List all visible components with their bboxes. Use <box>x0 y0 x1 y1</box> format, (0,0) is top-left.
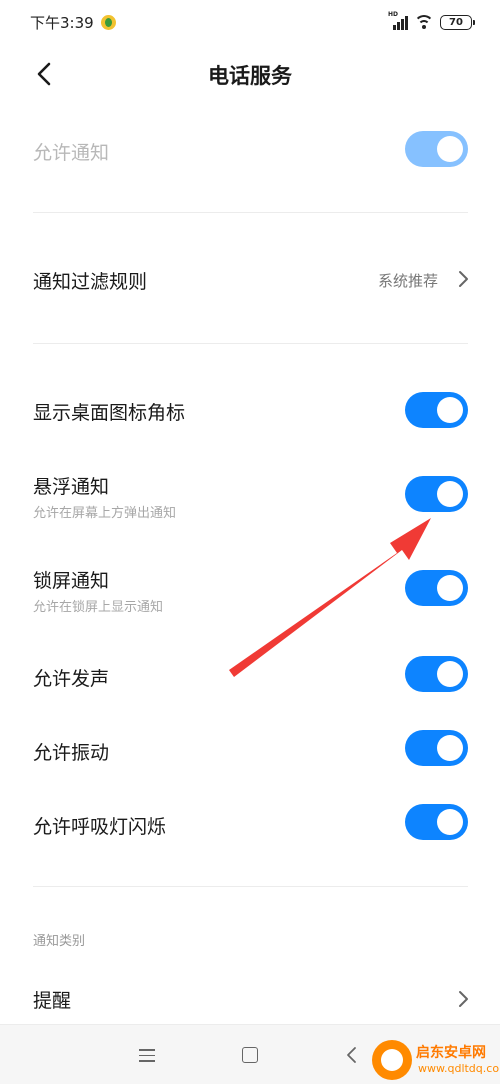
setting-sound: 允许发声 <box>0 646 500 706</box>
status-bar: 下午3:39 HD 70 <box>0 0 500 44</box>
setting-led: 允许呼吸灯闪烁 <box>0 794 500 854</box>
category-item[interactable]: 提醒 <box>0 974 500 1024</box>
page-title: 电话服务 <box>208 64 292 88</box>
vibrate-toggle[interactable] <box>405 730 468 766</box>
filter-rules-value: 系统推荐 <box>377 272 438 290</box>
header: 电话服务 <box>0 48 500 102</box>
toggle-knob <box>437 397 463 423</box>
signal-hd-label: HD <box>388 11 399 18</box>
app-notification-icon <box>101 15 116 30</box>
setting-floating-notification: 悬浮通知 允许在屏幕上方弹出通知 <box>0 464 500 528</box>
allow-notification-toggle[interactable] <box>405 131 468 167</box>
watermark: 启东安卓网 www.qdltdq.com <box>372 1036 500 1084</box>
watermark-name: 启东安卓网 <box>416 1045 486 1061</box>
led-toggle[interactable] <box>405 804 468 840</box>
badge-label: 显示桌面图标角标 <box>33 402 186 424</box>
lockscreen-notification-toggle[interactable] <box>405 570 468 606</box>
floating-notification-toggle[interactable] <box>405 476 468 512</box>
floating-notification-label: 悬浮通知 <box>33 476 110 498</box>
chevron-right-icon <box>459 991 468 1007</box>
category-item-label: 提醒 <box>33 990 72 1012</box>
led-label: 允许呼吸灯闪烁 <box>33 816 167 838</box>
chevron-right-icon <box>459 271 468 287</box>
floating-notification-subtitle: 允许在屏幕上方弹出通知 <box>33 506 177 521</box>
setting-badge: 显示桌面图标角标 <box>0 380 500 440</box>
nav-home-icon[interactable] <box>242 1047 258 1063</box>
nav-menu-icon[interactable] <box>139 1049 155 1062</box>
lockscreen-notification-subtitle: 允许在锁屏上显示通知 <box>33 600 164 615</box>
divider <box>33 212 468 213</box>
divider <box>33 886 468 887</box>
filter-rules-label: 通知过滤规则 <box>33 271 148 293</box>
setting-allow-notification: 允许通知 <box>0 118 500 182</box>
toggle-knob <box>437 481 463 507</box>
sound-label: 允许发声 <box>33 668 110 690</box>
setting-lockscreen-notification: 锁屏通知 允许在锁屏上显示通知 <box>0 558 500 622</box>
nav-back-icon[interactable] <box>345 1045 359 1065</box>
setting-filter-rules[interactable]: 通知过滤规则 系统推荐 <box>0 248 500 310</box>
toggle-knob <box>437 735 463 761</box>
toggle-knob <box>437 136 463 162</box>
watermark-logo-icon <box>372 1040 412 1080</box>
watermark-url: www.qdltdq.com <box>418 1062 500 1075</box>
sound-toggle[interactable] <box>405 656 468 692</box>
status-icons: HD 70 <box>388 11 475 33</box>
badge-toggle[interactable] <box>405 392 468 428</box>
setting-vibrate: 允许振动 <box>0 720 500 780</box>
battery-icon: 70 <box>440 14 475 30</box>
vibrate-label: 允许振动 <box>33 742 110 764</box>
wifi-icon <box>414 14 434 30</box>
toggle-knob <box>437 575 463 601</box>
status-time: 下午3:39 <box>30 14 94 32</box>
battery-level: 70 <box>449 16 463 28</box>
toggle-knob <box>437 809 463 835</box>
signal-icon: HD <box>388 11 408 30</box>
lockscreen-notification-label: 锁屏通知 <box>33 570 110 592</box>
allow-notification-label: 允许通知 <box>33 142 110 164</box>
divider <box>33 343 468 344</box>
section-label-categories: 通知类别 <box>33 934 86 949</box>
toggle-knob <box>437 661 463 687</box>
